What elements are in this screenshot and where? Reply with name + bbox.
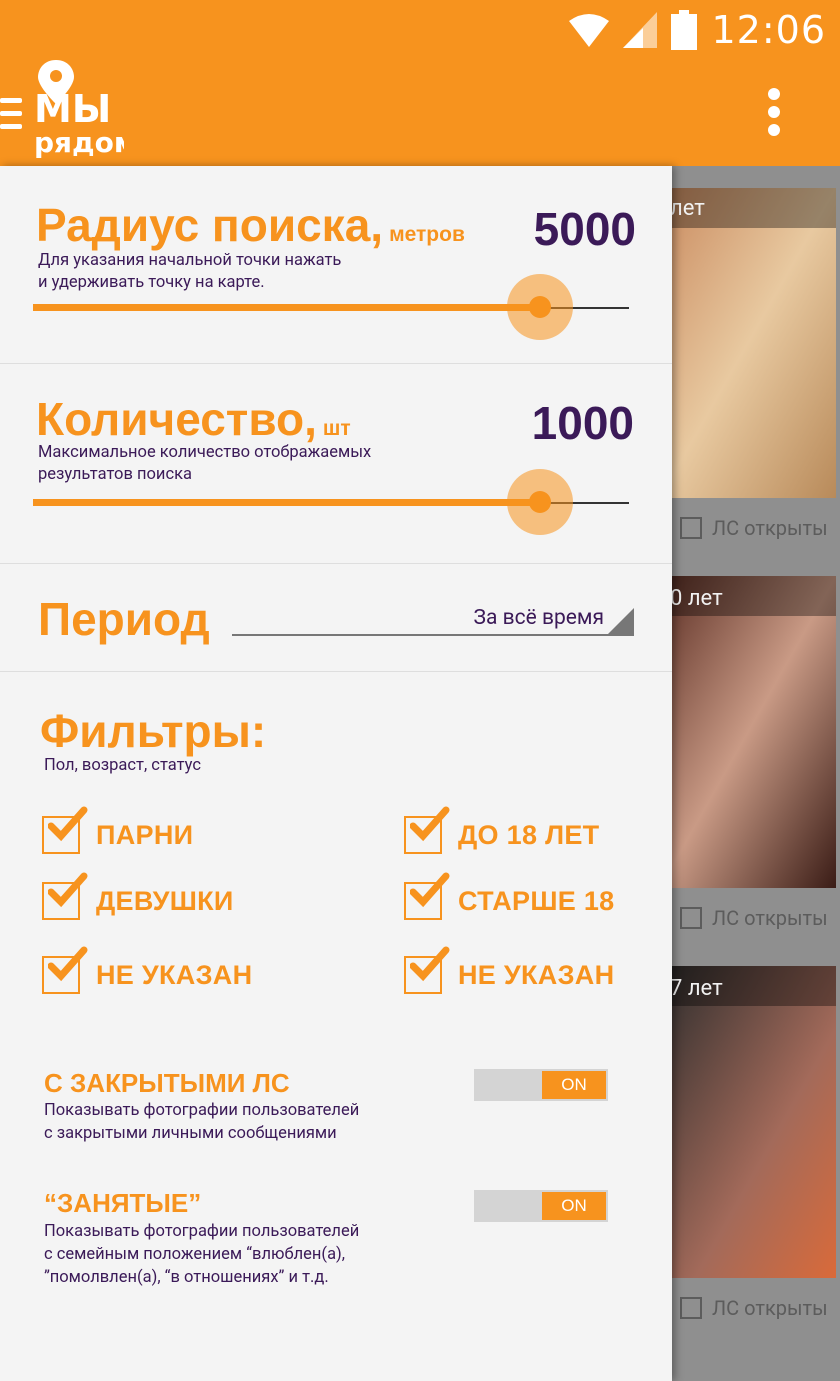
app-logo: МЫ рядом xyxy=(34,60,137,160)
checkbox-checked-icon[interactable] xyxy=(404,806,450,854)
clock: 12:06 xyxy=(711,8,826,52)
radius-title: Радиус поиска, метров xyxy=(36,199,465,251)
logo-text-2: рядом xyxy=(34,126,124,159)
filter-female-checkbox[interactable]: ДЕВУШКИ xyxy=(42,872,234,920)
count-description: Максимальное количество отображаемых резу… xyxy=(38,443,372,484)
app-bar: МЫ рядом xyxy=(0,58,840,166)
checkbox-checked-icon[interactable] xyxy=(404,872,450,920)
photo-image xyxy=(660,188,836,498)
filter-under18-checkbox[interactable]: ДО 18 ЛЕТ xyxy=(404,806,600,854)
count-slider-thumb[interactable] xyxy=(528,491,551,513)
photo-image xyxy=(660,576,836,888)
period-dropdown[interactable]: За всё время xyxy=(232,604,634,636)
feed-age: лет xyxy=(670,196,705,221)
radius-slider-thumb[interactable] xyxy=(528,296,551,318)
photo-image xyxy=(660,966,836,1278)
radius-slider[interactable] xyxy=(33,274,629,340)
busy-title: “ЗАНЯТЫЕ” xyxy=(44,1188,202,1218)
count-slider[interactable] xyxy=(33,469,629,535)
busy-description: Показывать фотографии пользователей с сем… xyxy=(44,1222,360,1287)
radius-section: Радиус поиска, метров 5000 Для указания н… xyxy=(0,166,672,364)
radius-value: 5000 xyxy=(533,203,636,255)
period-selected-value: За всё время xyxy=(473,606,604,630)
checkbox-checked-icon[interactable] xyxy=(404,946,450,994)
radius-unit: метров xyxy=(389,223,465,246)
feed-card[interactable] xyxy=(660,188,836,498)
feed-ls: ЛС открыты xyxy=(680,1296,828,1320)
filter-label: НЕ УКАЗАН xyxy=(458,959,615,990)
status-bar: 12:06 xyxy=(0,0,840,58)
logo-text-1: МЫ xyxy=(34,87,111,131)
filter-gender-unspecified-checkbox[interactable]: НЕ УКАЗАН xyxy=(42,946,253,994)
wifi-icon xyxy=(569,14,610,47)
feed-age: 0 лет xyxy=(670,586,723,611)
settings-drawer: Радиус поиска, метров 5000 Для указания н… xyxy=(0,166,672,1381)
filter-label: ДЕВУШКИ xyxy=(96,885,234,916)
busy-toggle[interactable]: ON xyxy=(474,1190,608,1222)
closed-pm-toggle[interactable]: ON xyxy=(474,1069,608,1101)
checkbox-checked-icon[interactable] xyxy=(42,806,88,854)
filter-label: ДО 18 ЛЕТ xyxy=(458,819,600,850)
filters-title: Фильтры: xyxy=(40,705,267,757)
count-section: Количество, шт 1000 Максимальное количест… xyxy=(0,364,672,564)
filter-over18-checkbox[interactable]: СТАРШЕ 18 xyxy=(404,872,615,920)
overflow-menu-icon[interactable] xyxy=(768,88,782,142)
feed-ls: ЛС открыты xyxy=(680,906,828,930)
dropdown-triangle-icon xyxy=(608,608,634,634)
radius-description: Для указания начальной точки нажать и уде… xyxy=(38,251,342,292)
filter-label: ПАРНИ xyxy=(96,819,194,850)
filter-label: СТАРШЕ 18 xyxy=(458,885,615,916)
closed-pm-title: С ЗАКРЫТЫМИ ЛС xyxy=(44,1068,290,1098)
filter-label: НЕ УКАЗАН xyxy=(96,959,253,990)
toggle-on-label: ON xyxy=(542,1071,606,1099)
feed-card[interactable] xyxy=(660,966,836,1278)
count-unit: шт xyxy=(322,417,351,440)
checkbox-checked-icon[interactable] xyxy=(42,946,88,994)
filter-male-checkbox[interactable]: ПАРНИ xyxy=(42,806,194,854)
count-value: 1000 xyxy=(531,397,634,449)
period-title: Период xyxy=(38,593,210,645)
closed-pm-description: Показывать фотографии пользователей с зак… xyxy=(44,1101,360,1143)
feed-card[interactable] xyxy=(660,576,836,888)
battery-icon xyxy=(671,10,698,50)
filter-age-unspecified-checkbox[interactable]: НЕ УКАЗАН xyxy=(404,946,615,994)
count-title: Количество, шт xyxy=(36,393,351,445)
toggle-on-label: ON xyxy=(542,1192,606,1220)
checkbox-checked-icon[interactable] xyxy=(42,872,88,920)
filters-subtitle: Пол, возраст, статус xyxy=(44,756,201,775)
menu-icon[interactable] xyxy=(0,98,22,132)
feed-ls: ЛС открыты xyxy=(680,516,828,540)
signal-icon xyxy=(623,12,658,48)
period-section: Период За всё время xyxy=(0,564,672,672)
feed-age: 7 лет xyxy=(670,976,723,1001)
